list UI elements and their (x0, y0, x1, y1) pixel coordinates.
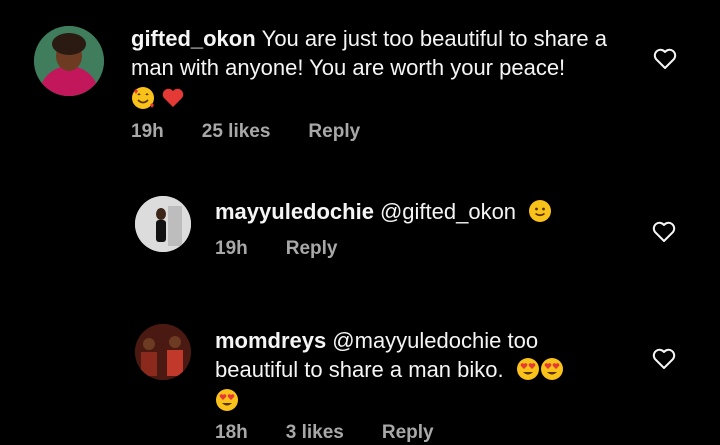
likes-count[interactable]: 3 likes (286, 422, 344, 444)
comment-text: mayyuledochie @gifted_okon (215, 197, 645, 226)
comment-meta: 19h Reply (215, 238, 376, 260)
comment-text: momdreys @mayyuledochie too beautiful to … (215, 326, 625, 415)
heart-eyes-face-icon (516, 358, 539, 380)
avatar[interactable] (135, 324, 191, 380)
avatar-image (135, 196, 191, 252)
reply-button[interactable]: Reply (286, 238, 338, 260)
avatar[interactable] (135, 196, 191, 252)
timestamp: 18h (215, 422, 248, 443)
comment-momdreys: momdreys @mayyuledochie too beautiful to … (0, 300, 720, 445)
reply-button[interactable]: Reply (382, 422, 434, 444)
comment-mayyuledochie: mayyuledochie @gifted_okon 19h Reply (0, 180, 720, 280)
like-heart-icon[interactable] (652, 47, 678, 71)
comment-meta: 18h 3 likes Reply (215, 422, 472, 444)
comment-body[interactable]: @gifted_okon (380, 199, 516, 224)
heart-eyes-face-icon (216, 389, 238, 411)
reply-button[interactable]: Reply (308, 121, 360, 143)
likes-count[interactable]: 25 likes (202, 121, 271, 143)
avatar[interactable] (34, 26, 104, 96)
username[interactable]: mayyuledochie (215, 199, 374, 224)
like-heart-icon[interactable] (651, 220, 677, 244)
username[interactable]: momdreys (215, 328, 326, 353)
avatar-image (34, 26, 104, 96)
comment-gifted-okon: gifted_okon You are just too beautiful to… (0, 0, 720, 150)
comment-text: gifted_okon You are just too beautiful to… (131, 24, 631, 113)
red-heart-icon (162, 88, 184, 107)
slightly-smiling-face-icon (529, 200, 552, 222)
username[interactable]: gifted_okon (131, 26, 256, 51)
smiling-face-with-hearts-icon (132, 87, 154, 109)
comment-meta: 19h 25 likes Reply (131, 121, 398, 143)
avatar-image (135, 324, 191, 380)
heart-eyes-face-icon (540, 358, 563, 380)
timestamp: 19h (131, 121, 164, 142)
like-heart-icon[interactable] (651, 347, 677, 371)
timestamp: 19h (215, 238, 248, 259)
